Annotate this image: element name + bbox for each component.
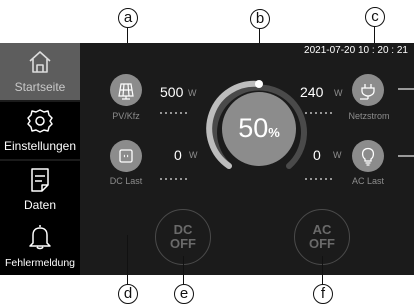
grid-value: 240 bbox=[300, 84, 324, 100]
sidebar-item-label: Einstellungen bbox=[3, 139, 77, 153]
bell-icon bbox=[0, 224, 80, 250]
pv-button[interactable] bbox=[110, 74, 142, 106]
callout-d-line bbox=[127, 235, 129, 285]
sidebar: Startseite Einstellungen Daten Fehlermel… bbox=[0, 43, 80, 275]
dc-load-value: 0 bbox=[174, 147, 182, 163]
ac-load-button[interactable] bbox=[352, 140, 384, 172]
document-icon bbox=[0, 167, 80, 192]
solar-panel-icon bbox=[118, 83, 134, 100]
home-icon bbox=[0, 49, 80, 73]
ac-load-unit: W bbox=[333, 150, 342, 160]
dc-off-line1: DC bbox=[173, 222, 193, 237]
sidebar-item-fehlermeldung[interactable]: Fehlermeldung bbox=[0, 218, 80, 275]
grid-flow-dots bbox=[305, 101, 335, 114]
ac-off-line2: OFF bbox=[309, 236, 335, 251]
callout-e: e bbox=[174, 284, 194, 304]
callout-d: d bbox=[118, 284, 138, 304]
grid-connector-line bbox=[398, 88, 414, 90]
pv-label: PV/Kfz bbox=[112, 111, 140, 121]
ac-off-line1: AC bbox=[312, 222, 332, 237]
battery-percent: 50% bbox=[222, 113, 296, 144]
battery-percent-unit: % bbox=[268, 125, 280, 140]
sidebar-item-einstellungen[interactable]: Einstellungen bbox=[0, 102, 80, 159]
ac-load-flow-dots bbox=[305, 167, 335, 180]
callout-a: a bbox=[118, 8, 138, 28]
grid-button[interactable] bbox=[352, 74, 384, 106]
ac-load-label: AC Last bbox=[351, 176, 384, 186]
sidebar-item-daten[interactable]: Daten bbox=[0, 161, 80, 218]
dc-load-label: DC Last bbox=[109, 176, 143, 186]
dc-off-line2: OFF bbox=[170, 236, 196, 251]
grid-label: Netzstrom bbox=[348, 111, 390, 121]
callout-f: f bbox=[313, 284, 333, 304]
gear-icon bbox=[0, 108, 80, 133]
callout-c: c bbox=[365, 7, 385, 27]
ac-connector-line bbox=[398, 155, 414, 157]
main-panel: 2021-07-20 10 : 20 : 21 PV/Kfz 500 W DC … bbox=[80, 43, 414, 275]
grid-unit: W bbox=[334, 88, 343, 98]
sidebar-item-label: Startseite bbox=[14, 80, 66, 94]
dc-load-button[interactable] bbox=[110, 140, 142, 172]
battery-percent-value: 50 bbox=[238, 113, 269, 143]
plug-icon bbox=[360, 84, 375, 100]
callout-f-line bbox=[322, 256, 324, 285]
dc-socket-icon bbox=[119, 149, 133, 163]
sidebar-item-label: Daten bbox=[23, 198, 57, 212]
pv-flow-dots bbox=[160, 101, 190, 114]
callout-e-line bbox=[183, 256, 185, 285]
dc-load-flow-dots bbox=[160, 167, 190, 180]
ac-load-value: 0 bbox=[313, 147, 321, 163]
datetime: 2021-07-20 10 : 20 : 21 bbox=[304, 45, 408, 56]
pv-unit: W bbox=[188, 88, 197, 98]
dc-load-unit: W bbox=[189, 150, 198, 160]
light-bulb-icon bbox=[361, 147, 375, 166]
sidebar-item-startseite[interactable]: Startseite bbox=[0, 43, 80, 100]
sidebar-item-label: Fehlermeldung bbox=[4, 257, 76, 269]
device-screen: Startseite Einstellungen Daten Fehlermel… bbox=[0, 43, 414, 275]
callout-b: b bbox=[250, 9, 270, 29]
pv-value: 500 bbox=[160, 84, 184, 100]
